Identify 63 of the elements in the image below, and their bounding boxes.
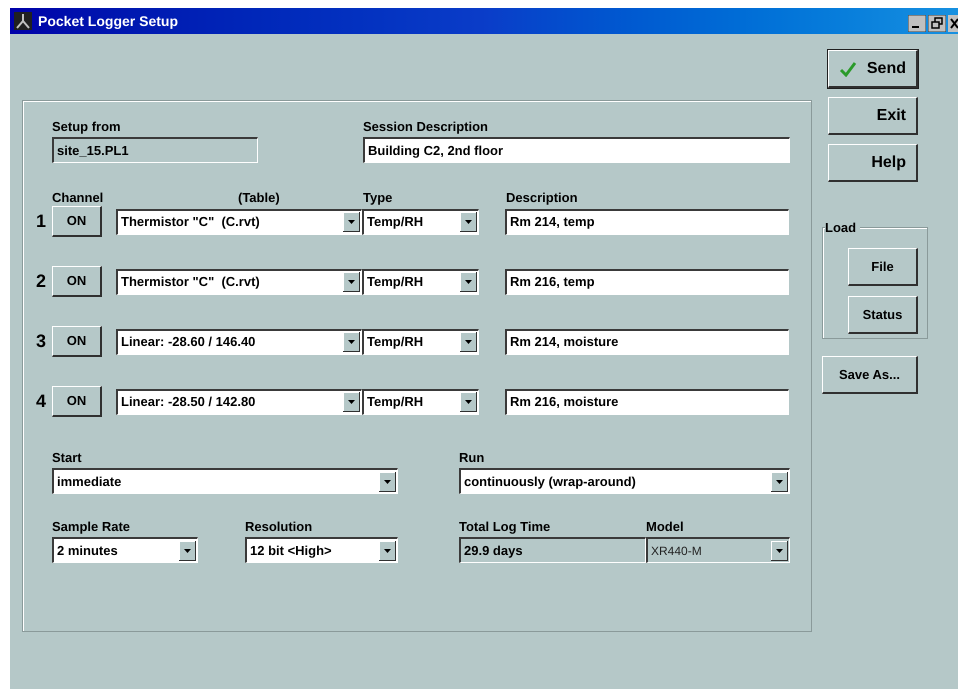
run-dropdown[interactable]: continuously (wrap-around) <box>459 468 790 494</box>
sample-rate-dropdown[interactable]: 2 minutes <box>52 537 198 563</box>
close-icon[interactable] <box>948 14 958 32</box>
channel-on-button[interactable]: ON <box>52 386 102 417</box>
channel-description-field[interactable]: Rm 216, moisture <box>505 388 789 414</box>
load-button[interactable]: File <box>848 248 918 286</box>
checkmark-icon <box>838 60 857 76</box>
app-icon <box>14 12 32 30</box>
field-label: Total Log Time <box>459 519 552 535</box>
channel-on-button[interactable]: ON <box>52 266 102 297</box>
dropdown-arrow-icon[interactable] <box>460 212 477 232</box>
dropdown-arrow-icon[interactable] <box>343 392 360 412</box>
channel-number: 2 <box>36 270 48 293</box>
sidebar-button[interactable]: Send <box>828 50 918 88</box>
dropdown-arrow-icon[interactable] <box>379 540 396 560</box>
column-header: Type <box>363 190 394 206</box>
channel-description-field[interactable]: Rm 216, temp <box>505 268 789 294</box>
dropdown-arrow-icon[interactable] <box>771 472 788 492</box>
type-dropdown[interactable]: Temp/RH <box>362 328 479 354</box>
channel-on-button[interactable]: ON <box>52 206 102 237</box>
field-label: Setup from <box>52 119 122 135</box>
type-dropdown[interactable]: Temp/RH <box>362 388 479 414</box>
channel-number: 4 <box>36 390 48 413</box>
sidebar-button[interactable]: Help <box>828 144 918 182</box>
restore-icon[interactable] <box>928 14 946 32</box>
setup-file-field: site_15.PL1 <box>52 137 258 163</box>
resolution-dropdown[interactable]: 12 bit <High> <box>245 537 398 563</box>
field-label: Model <box>646 519 685 535</box>
dropdown-arrow-icon[interactable] <box>343 272 360 292</box>
column-header: (Table) <box>238 190 281 206</box>
field-label: Sample Rate <box>52 519 132 535</box>
dropdown-arrow-icon[interactable] <box>343 332 360 352</box>
session-description-field[interactable]: Building C2, 2nd floor <box>363 137 790 163</box>
table-dropdown[interactable]: Thermistor "C" (C.rvt) <box>116 268 362 294</box>
field-label: Session Description <box>363 119 489 135</box>
start-dropdown[interactable]: immediate <box>52 468 398 494</box>
save-as-button[interactable]: Save As... <box>822 356 918 394</box>
dropdown-arrow-icon[interactable] <box>379 472 396 492</box>
type-dropdown[interactable]: Temp/RH <box>362 268 479 294</box>
dropdown-arrow-icon[interactable] <box>179 540 196 560</box>
channel-number: 3 <box>36 330 48 353</box>
table-dropdown[interactable]: Thermistor "C" (C.rvt) <box>116 208 362 234</box>
sidebar-button[interactable]: Exit <box>828 97 918 135</box>
field-label: Run <box>459 450 486 466</box>
table-dropdown[interactable]: Linear: -28.60 / 146.40 <box>116 328 362 354</box>
window-title: Pocket Logger Setup <box>38 12 178 31</box>
field-label: Start <box>52 450 83 466</box>
dropdown-arrow-icon[interactable] <box>460 392 477 412</box>
field-label: Resolution <box>245 519 314 535</box>
channel-on-button[interactable]: ON <box>52 326 102 357</box>
channel-description-field[interactable]: Rm 214, temp <box>505 208 789 234</box>
channel-description-field[interactable]: Rm 214, moisture <box>505 328 789 354</box>
load-button[interactable]: Status <box>848 296 918 334</box>
minimize-icon[interactable] <box>908 14 926 32</box>
column-header: Channel <box>52 190 104 206</box>
total-log-time-field: 29.9 days <box>459 537 646 563</box>
type-dropdown[interactable]: Temp/RH <box>362 208 479 234</box>
dropdown-arrow-icon[interactable] <box>460 332 477 352</box>
table-dropdown[interactable]: Linear: -28.50 / 142.80 <box>116 388 362 414</box>
column-header: Description <box>506 190 578 206</box>
dropdown-arrow-icon[interactable] <box>460 272 477 292</box>
channel-number: 1 <box>36 210 48 233</box>
dropdown-arrow-icon[interactable] <box>343 212 360 232</box>
